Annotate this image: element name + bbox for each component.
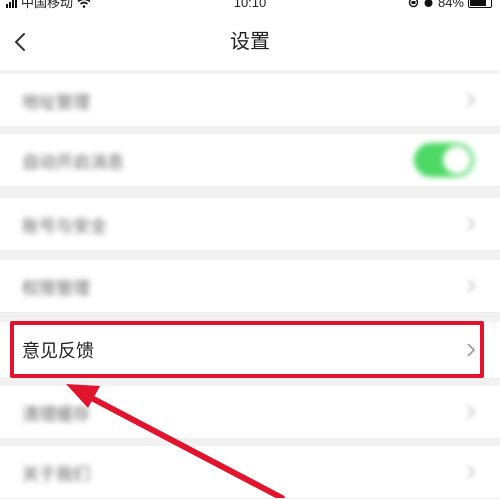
- battery-icon: [468, 0, 492, 8]
- chevron-right-icon: [467, 279, 476, 293]
- chevron-right-icon: [467, 405, 476, 419]
- status-right: 84%: [408, 0, 492, 9]
- orientation-lock-icon: [408, 0, 419, 8]
- chevron-right-icon: [467, 217, 476, 231]
- alarm-icon: [424, 0, 433, 7]
- settings-item-cache[interactable]: 清理缓存: [0, 386, 500, 439]
- settings-item-toggle[interactable]: 自动开启消息: [0, 134, 500, 187]
- settings-item-label: 关于我们: [22, 464, 90, 484]
- battery-percent: 84%: [437, 0, 464, 10]
- settings-item-label: 意见反馈: [22, 341, 94, 361]
- settings-item-feedback[interactable]: 意见反馈: [0, 322, 500, 379]
- page-title: 设置: [230, 31, 270, 53]
- toggle-switch[interactable]: [414, 143, 474, 177]
- chevron-right-icon: [467, 343, 476, 357]
- settings-item-address[interactable]: 地址管理: [0, 74, 500, 127]
- settings-item-account[interactable]: 账号与安全: [0, 198, 500, 251]
- chevron-right-icon: [467, 465, 476, 479]
- settings-item-label: 权限管理: [22, 278, 90, 298]
- settings-item-label: 自动开启消息: [22, 152, 124, 172]
- settings-item-label: 地址管理: [22, 92, 90, 112]
- settings-item-label: 账号与安全: [22, 216, 107, 236]
- settings-list: 地址管理 自动开启消息 账号与安全 权限管理 意见反馈 清理缓存 关于我们: [0, 70, 500, 499]
- chevron-right-icon: [467, 93, 476, 107]
- nav-bar: 设置: [0, 14, 500, 70]
- status-bar: 中国移动 10:10 84%: [0, 0, 500, 14]
- settings-item-about[interactable]: 关于我们: [0, 446, 500, 499]
- toggle-knob: [443, 146, 471, 174]
- settings-item-permissions[interactable]: 权限管理: [0, 260, 500, 313]
- settings-item-label: 清理缓存: [22, 404, 90, 424]
